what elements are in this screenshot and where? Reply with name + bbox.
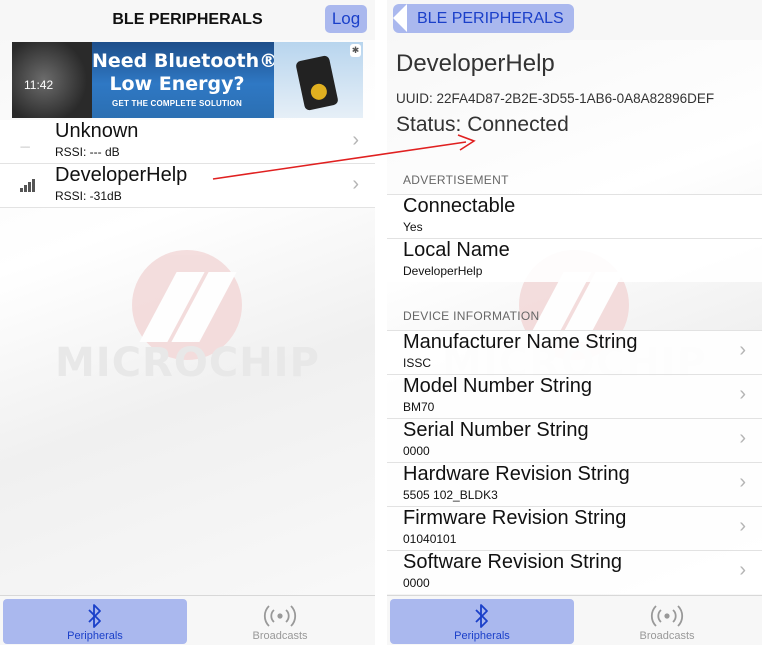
- connection-status: Status: Connected: [396, 113, 569, 136]
- broadcast-icon: [188, 602, 372, 630]
- ad-banner[interactable]: 11:42 Need Bluetooth® Low Energy? GET TH…: [12, 42, 363, 118]
- tab-bar: Peripherals Broadcasts: [387, 595, 762, 645]
- bluetooth-icon: [3, 602, 187, 630]
- signal-none-icon: ----: [20, 142, 30, 153]
- row-label: Manufacturer Name String: [403, 331, 638, 353]
- banner-headline: Need Bluetooth®: [92, 50, 279, 72]
- row-value: DeveloperHelp: [403, 264, 483, 278]
- row-label: Firmware Revision String: [403, 507, 627, 529]
- signal-strength-icon: [20, 178, 38, 192]
- navigation-bar: BLE PERIPHERALS: [387, 0, 762, 40]
- peripheral-list: ---- Unknown RSSI: --- dB › DeveloperHel…: [0, 120, 375, 208]
- row-value: ISSC: [403, 356, 432, 370]
- chevron-right-icon: ›: [352, 129, 359, 151]
- chevron-right-icon: ›: [739, 515, 746, 537]
- row-value: 5505 102_BLDK3: [403, 488, 498, 502]
- chevron-right-icon: ›: [739, 559, 746, 581]
- tab-bar: Peripherals Broadcasts: [0, 595, 375, 645]
- tab-label: Peripherals: [67, 630, 123, 642]
- section-header-advertisement: ADVERTISEMENT: [403, 173, 509, 187]
- row-label: Software Revision String: [403, 551, 622, 573]
- info-row-software-revision[interactable]: Software Revision String 0000 ›: [387, 550, 762, 594]
- adv-row-connectable: Connectable Yes: [387, 194, 762, 238]
- banner-headline-line2: Low Energy?: [109, 73, 245, 95]
- row-value: Yes: [403, 220, 423, 234]
- info-row-manufacturer-name[interactable]: Manufacturer Name String ISSC ›: [387, 330, 762, 374]
- info-row-serial-number[interactable]: Serial Number String 0000 ›: [387, 418, 762, 462]
- nav-title: BLE PERIPHERALS: [112, 11, 263, 28]
- adv-row-local-name: Local Name DeveloperHelp: [387, 238, 762, 282]
- microchip-logo: [132, 250, 242, 360]
- row-label: Hardware Revision String: [403, 463, 630, 485]
- section-header-device-information: DEVICE INFORMATION: [403, 309, 540, 323]
- broadcast-icon: [575, 602, 759, 630]
- row-label: Model Number String: [403, 375, 592, 397]
- tab-label: Broadcasts: [639, 630, 695, 642]
- device-uuid: UUID: 22FA4D87-2B2E-3D55-1AB6-0A8A82896D…: [396, 91, 715, 106]
- chevron-right-icon: ›: [739, 383, 746, 405]
- peripheral-rssi: RSSI: --- dB: [55, 145, 120, 159]
- tab-label: Broadcasts: [252, 630, 308, 642]
- row-value: 0000: [403, 444, 430, 458]
- navigation-bar: BLE PERIPHERALS Log: [0, 0, 375, 40]
- back-button-label: BLE PERIPHERALS: [417, 10, 564, 27]
- peripheral-rssi: RSSI: -31dB: [55, 189, 122, 203]
- row-value: 01040101: [403, 532, 457, 546]
- peripherals-screen: MICROCHIP BLE PERIPHERALS Log 11:42 Need…: [0, 0, 375, 645]
- device-name: DeveloperHelp: [396, 50, 555, 77]
- info-row-firmware-revision[interactable]: Firmware Revision String 01040101 ›: [387, 506, 762, 550]
- chevron-right-icon: ›: [739, 471, 746, 493]
- row-value: 0000: [403, 576, 430, 590]
- back-button[interactable]: BLE PERIPHERALS: [393, 4, 574, 33]
- tab-label: Peripherals: [454, 630, 510, 642]
- log-button[interactable]: Log: [325, 5, 367, 33]
- chevron-right-icon: ›: [739, 427, 746, 449]
- row-label: Serial Number String: [403, 419, 589, 441]
- back-arrow-icon: [393, 4, 407, 32]
- peripheral-name: DeveloperHelp: [55, 164, 188, 186]
- bluetooth-icon: [390, 602, 574, 630]
- banner-devices-image: 11:42: [12, 42, 92, 118]
- peripheral-row-developerhelp[interactable]: DeveloperHelp RSSI: -31dB ›: [0, 164, 375, 208]
- info-row-model-number[interactable]: Model Number String BM70 ›: [387, 374, 762, 418]
- chevron-right-icon: ›: [739, 339, 746, 361]
- tab-broadcasts[interactable]: Broadcasts: [188, 599, 372, 644]
- tab-peripherals[interactable]: Peripherals: [3, 599, 187, 644]
- row-value: BM70: [403, 400, 435, 414]
- peripheral-row-unknown[interactable]: ---- Unknown RSSI: --- dB ›: [0, 120, 375, 164]
- row-label: Connectable: [403, 195, 516, 217]
- microchip-watermark-text: MICROCHIP: [55, 340, 320, 386]
- banner-device-time: 11:42: [24, 78, 54, 92]
- chevron-right-icon: ›: [352, 173, 359, 195]
- peripheral-detail-screen: MICROCHIP BLE PERIPHERALS DeveloperHelp …: [387, 0, 762, 645]
- info-row-hardware-revision[interactable]: Hardware Revision String 5505 102_BLDK3 …: [387, 462, 762, 506]
- peripheral-name: Unknown: [55, 120, 139, 142]
- banner-device-shape: [295, 55, 339, 111]
- tab-broadcasts[interactable]: Broadcasts: [575, 599, 759, 644]
- row-label: Local Name: [403, 239, 510, 261]
- banner-subline: GET THE COMPLETE SOLUTION: [112, 99, 242, 108]
- bluetooth-corner-icon: ✱: [350, 44, 361, 57]
- tab-peripherals[interactable]: Peripherals: [390, 599, 574, 644]
